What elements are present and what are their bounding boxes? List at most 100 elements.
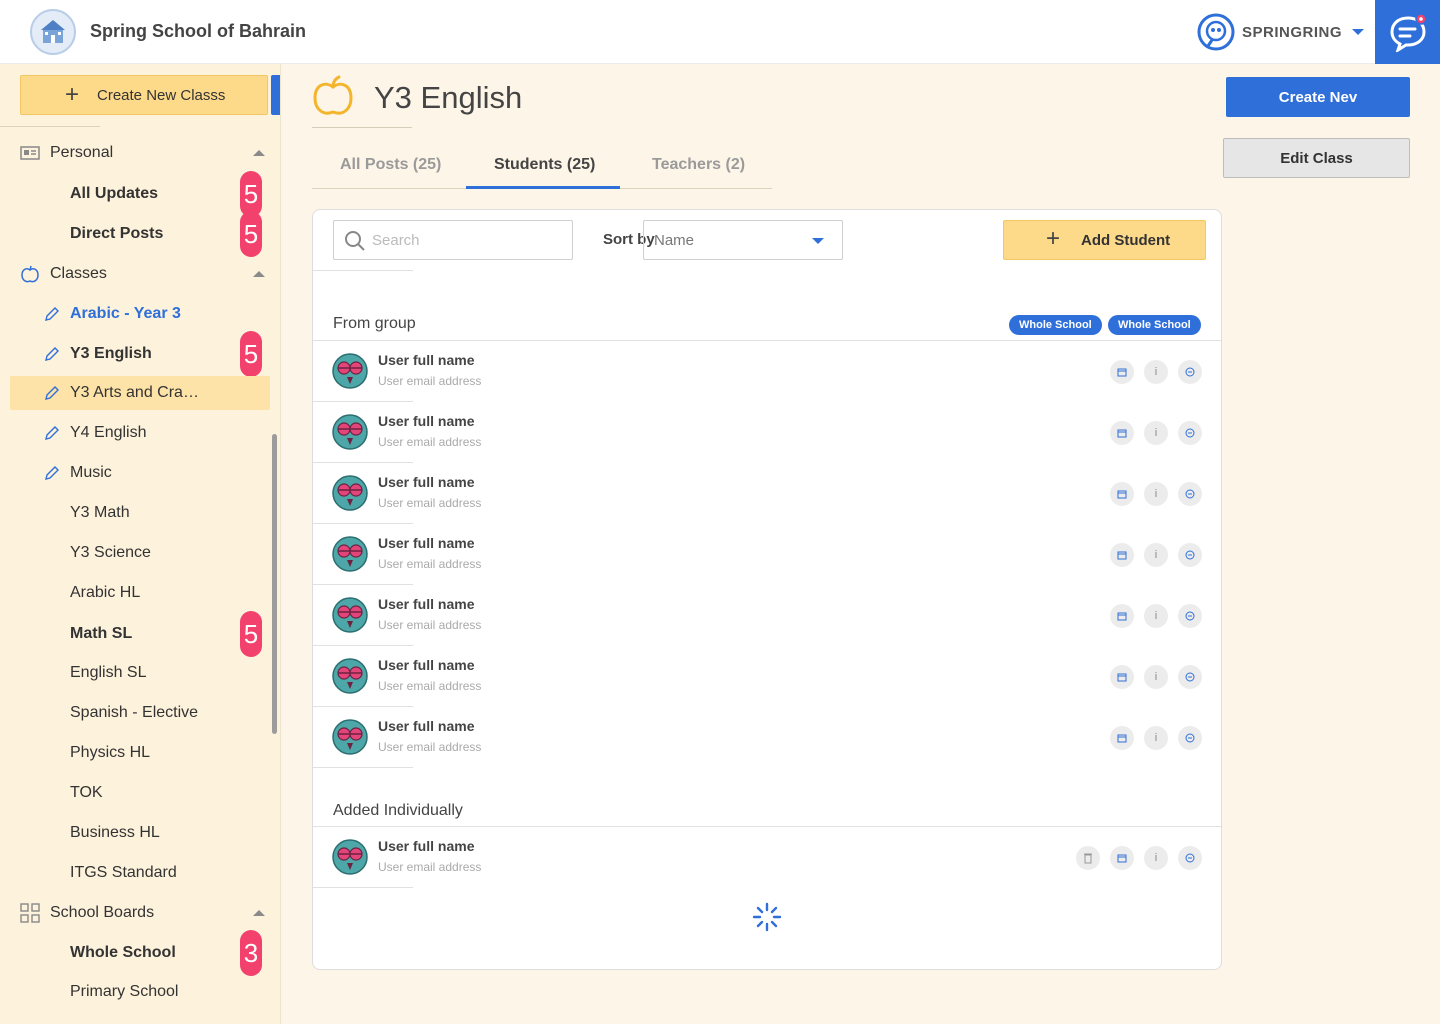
sidebar-item-arabic-hl[interactable]: Arabic HL — [0, 576, 280, 610]
calendar-icon[interactable] — [1110, 482, 1134, 506]
sidebar-item-music[interactable]: Music — [0, 456, 280, 490]
sidebar-item-direct-posts[interactable]: Direct Posts 5 — [0, 211, 280, 257]
group-pill[interactable]: Whole School — [1108, 315, 1201, 335]
info-icon[interactable]: i — [1144, 421, 1168, 445]
message-icon[interactable] — [1178, 726, 1202, 750]
group-pill[interactable]: Whole School — [1009, 315, 1102, 335]
calendar-icon[interactable] — [1110, 665, 1134, 689]
chevron-up-icon[interactable] — [253, 271, 265, 277]
sidebar-item-label: Whole School — [70, 944, 176, 961]
sidebar-scrollbar[interactable] — [272, 434, 277, 734]
create-new-class-button[interactable]: + Create New Classs — [20, 75, 268, 115]
sidebar-item-y3-english[interactable]: Y3 English 5 — [0, 331, 280, 377]
sidebar-item-y3-math[interactable]: Y3 Math — [0, 496, 280, 530]
school-logo-icon[interactable] — [30, 9, 76, 55]
info-icon[interactable]: i — [1144, 604, 1168, 628]
avatar — [332, 475, 368, 511]
list-item[interactable]: User full name User email address i — [313, 341, 1221, 402]
tab-bar: All Posts (25) Students (25) Teachers (2… — [312, 146, 772, 189]
loading-spinner-icon — [752, 902, 782, 932]
tab-teachers[interactable]: Teachers (2) — [652, 156, 745, 174]
info-icon[interactable]: i — [1144, 543, 1168, 567]
pencil-icon — [45, 386, 59, 400]
sidebar-item-tok[interactable]: TOK — [0, 776, 280, 810]
calendar-icon[interactable] — [1110, 421, 1134, 445]
chevron-down-icon[interactable] — [1352, 29, 1365, 35]
list-item[interactable]: User full name User email address i — [313, 463, 1221, 524]
user-name: User full name — [378, 352, 475, 368]
list-item[interactable]: User full name User email address i — [313, 827, 1221, 888]
unread-badge: 3 — [240, 930, 262, 976]
tab-all-posts[interactable]: All Posts (25) — [340, 156, 441, 174]
sidebar-item-math-sl[interactable]: Math SL 5 — [0, 611, 280, 657]
sidebar-item-label: Y3 Math — [70, 504, 130, 521]
list-item[interactable]: User full name User email address i — [313, 646, 1221, 707]
account-switcher[interactable]: SPRINGRING — [1196, 12, 1365, 52]
user-email: User email address — [378, 374, 482, 388]
calendar-icon[interactable] — [1110, 360, 1134, 384]
sidebar-item-itgs-standard[interactable]: ITGS Standard — [0, 856, 280, 890]
add-student-label: Add Student — [1081, 231, 1171, 249]
chevron-up-icon[interactable] — [253, 150, 265, 156]
calendar-icon[interactable] — [1110, 846, 1134, 870]
trash-icon[interactable] — [1076, 846, 1100, 870]
user-email: User email address — [378, 496, 482, 510]
message-icon[interactable] — [1178, 543, 1202, 567]
message-icon[interactable] — [1178, 604, 1202, 628]
tab-students[interactable]: Students (25) — [494, 156, 595, 174]
sidebar-item-physics-hl[interactable]: Physics HL — [0, 736, 280, 770]
info-icon[interactable]: i — [1144, 665, 1168, 689]
list-item[interactable]: User full name User email address i — [313, 585, 1221, 646]
sidebar-item-arabic-year-3[interactable]: Arabic - Year 3 — [0, 297, 280, 331]
sidebar-item-spanish-elective[interactable]: Spanish - Elective — [0, 696, 280, 730]
message-icon[interactable] — [1178, 665, 1202, 689]
info-icon[interactable]: i — [1144, 360, 1168, 384]
add-student-button[interactable]: + Add Student — [1003, 220, 1206, 260]
apple-icon — [20, 264, 40, 284]
message-icon[interactable] — [1178, 846, 1202, 870]
sidebar-toggle-tab[interactable] — [271, 75, 280, 115]
calendar-icon[interactable] — [1110, 604, 1134, 628]
chevron-up-icon[interactable] — [253, 910, 265, 916]
section-personal[interactable]: Personal — [0, 136, 280, 170]
info-icon[interactable]: i — [1144, 482, 1168, 506]
unread-badge: 5 — [240, 211, 262, 257]
chat-icon — [1389, 13, 1427, 52]
user-email: User email address — [378, 679, 482, 693]
pencil-icon — [45, 426, 59, 440]
sidebar-item-business-hl[interactable]: Business HL — [0, 816, 280, 850]
avatar — [332, 658, 368, 694]
sidebar-item-whole-school[interactable]: Whole School 3 — [0, 930, 280, 976]
info-icon[interactable]: i — [1144, 726, 1168, 750]
section-classes[interactable]: Classes — [0, 257, 280, 291]
calendar-icon[interactable] — [1110, 726, 1134, 750]
divider — [0, 126, 100, 127]
sidebar-item-label: All Updates — [70, 185, 159, 202]
sidebar-item-all-updates[interactable]: All Updates 5 — [0, 171, 280, 217]
edit-class-button[interactable]: Edit Class — [1223, 138, 1410, 178]
grid-icon — [20, 903, 40, 923]
sidebar-item-label: TOK — [70, 784, 103, 801]
list-item[interactable]: User full name User email address i — [313, 402, 1221, 463]
section-school-boards[interactable]: School Boards — [0, 896, 280, 930]
sidebar-item-label: Arabic HL — [70, 584, 141, 601]
sidebar-item-primary-school[interactable]: Primary School — [0, 975, 280, 1009]
create-new-button[interactable]: Create Nev — [1226, 77, 1410, 117]
sidebar-item-y4-english[interactable]: Y4 English — [0, 416, 280, 450]
sort-select[interactable]: Name — [643, 220, 843, 260]
list-item[interactable]: User full name User email address i — [313, 707, 1221, 768]
info-icon[interactable]: i — [1144, 846, 1168, 870]
message-icon[interactable] — [1178, 482, 1202, 506]
sidebar-item-english-sl[interactable]: English SL — [0, 656, 280, 690]
sidebar-item-y3-science[interactable]: Y3 Science — [0, 536, 280, 570]
message-icon[interactable] — [1178, 360, 1202, 384]
calendar-icon[interactable] — [1110, 543, 1134, 567]
pencil-icon — [45, 307, 59, 321]
sidebar-item-y3-arts[interactable]: Y3 Arts and Cra… — [10, 376, 270, 410]
message-icon[interactable] — [1178, 421, 1202, 445]
list-item[interactable]: User full name User email address i — [313, 524, 1221, 585]
search-input[interactable]: Search — [333, 220, 573, 260]
chat-button[interactable] — [1375, 0, 1440, 64]
sort-value: Name — [654, 231, 695, 249]
avatar — [332, 536, 368, 572]
